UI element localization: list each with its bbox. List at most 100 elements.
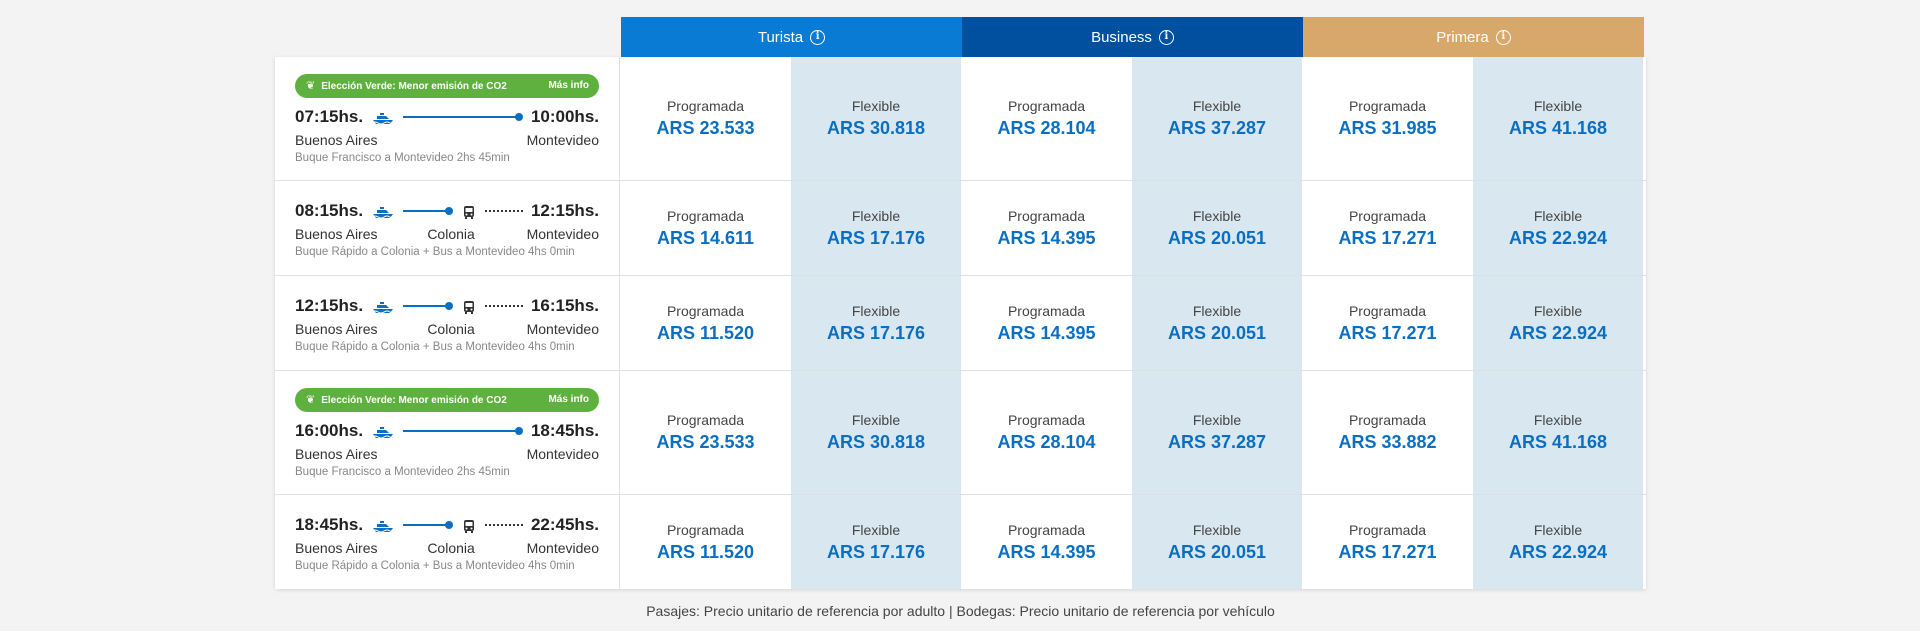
fare-cell-turista-flexible[interactable]: Flexible ARS 17.176 <box>791 276 961 370</box>
fare-cell-primera-flexible[interactable]: Flexible ARS 22.924 <box>1473 276 1643 370</box>
fare-cell-turista-flexible[interactable]: Flexible ARS 17.176 <box>791 181 961 275</box>
fare-cell-primera-programmed[interactable]: Programada ARS 17.271 <box>1302 495 1473 589</box>
fare-price: ARS 20.051 <box>1167 322 1267 343</box>
fare-price: ARS 14.395 <box>997 322 1096 343</box>
info-icon[interactable]: i <box>810 29 826 45</box>
fare-price: ARS 30.818 <box>826 432 926 452</box>
trip-times: 16:00hs. 18:45hs. <box>295 419 599 443</box>
info-icon[interactable]: i <box>1158 29 1174 45</box>
fare-cell-business-flexible[interactable]: Flexible ARS 37.287 <box>1132 57 1302 180</box>
fare-cell-turista-programmed[interactable]: Programada ARS 11.520 <box>620 276 791 370</box>
fare-cell-turista-programmed[interactable]: Programada ARS 14.611 <box>620 181 791 275</box>
badge-text: ❦ Elección Verde: Menor emisión de CO2 <box>306 393 507 406</box>
fare-price: ARS 30.818 <box>826 118 926 138</box>
class-header-business: Business i <box>962 17 1303 57</box>
trip-description: Buque Francisco a Montevideo 2hs 45min <box>295 465 510 478</box>
fare-type-label: Flexible <box>1533 412 1583 428</box>
fare-cell-primera-flexible[interactable]: Flexible ARS 22.924 <box>1473 181 1643 275</box>
fare-cell-business-programmed[interactable]: Programada ARS 14.395 <box>961 495 1132 589</box>
bus-route-line <box>485 209 523 212</box>
info-icon[interactable]: i <box>1495 29 1511 45</box>
route-graphic <box>371 518 523 533</box>
bus-route-line <box>485 523 523 526</box>
trip-info: ❦ Elección Verde: Menor emisión de CO2 Más… <box>275 57 620 180</box>
trip-description: Buque Francisco a Montevideo 2hs 45min <box>295 151 510 164</box>
trip-description: Buque Rápido a Colonia + Bus a Montevide… <box>295 559 575 572</box>
fare-cell-business-programmed[interactable]: Programada ARS 14.395 <box>961 276 1132 370</box>
fare-cell-turista-programmed[interactable]: Programada ARS 11.520 <box>620 495 791 589</box>
bus-route-line <box>485 304 523 307</box>
fare-cell-business-programmed[interactable]: Programada ARS 28.104 <box>961 57 1132 180</box>
trip-row: 18:45hs. 22:45hs. Buenos Aires Colonia Monte… <box>275 495 1646 589</box>
fare-cell-business-flexible[interactable]: Flexible ARS 20.051 <box>1132 181 1302 275</box>
fare-price: ARS 41.168 <box>1508 118 1608 138</box>
fare-cell-business-programmed[interactable]: Programada ARS 28.104 <box>961 371 1132 494</box>
route-line <box>403 115 517 118</box>
fare-cell-primera-programmed[interactable]: Programada ARS 17.271 <box>1302 181 1473 275</box>
fare-cell-turista-flexible[interactable]: Flexible ARS 30.818 <box>791 371 961 494</box>
fare-cell-turista-programmed[interactable]: Programada ARS 23.533 <box>620 371 791 494</box>
fare-cell-primera-programmed[interactable]: Programada ARS 33.882 <box>1302 371 1473 494</box>
fare-cell-business-programmed[interactable]: Programada ARS 14.395 <box>961 181 1132 275</box>
fare-type-label: Flexible <box>1192 207 1242 224</box>
more-info-link[interactable]: Más info <box>548 80 589 91</box>
fare-cell-primera-programmed[interactable]: Programada ARS 17.271 <box>1302 276 1473 370</box>
fare-type-label: Programada <box>1007 302 1086 319</box>
trip-row: ❦ Elección Verde: Menor emisión de CO2 Más… <box>275 57 1646 181</box>
trip-row: 08:15hs. 12:15hs. Buenos Aires Colonia Monte… <box>275 181 1646 276</box>
fare-price: ARS 37.287 <box>1167 118 1267 138</box>
bus-icon <box>463 204 475 219</box>
arrive-time: 18:45hs. <box>530 420 599 440</box>
trip-places: Buenos Aires Montevideo <box>295 132 599 148</box>
arrive-time: 12:15hs. <box>530 200 599 220</box>
depart-time: 08:15hs. <box>295 200 364 220</box>
fare-price: ARS 17.271 <box>1338 541 1437 562</box>
fare-type-label: Flexible <box>851 302 901 319</box>
fare-type-label: Flexible <box>1192 521 1242 538</box>
depart-time: 18:45hs. <box>295 514 364 534</box>
green-choice-badge: ❦ Elección Verde: Menor emisión de CO2 Más… <box>295 73 599 98</box>
arrive-time: 10:00hs. <box>530 106 599 126</box>
fare-type-label: Flexible <box>851 521 901 538</box>
fare-cell-primera-flexible[interactable]: Flexible ARS 41.168 <box>1473 57 1643 180</box>
ship-icon <box>371 424 396 438</box>
trip-info: 08:15hs. 12:15hs. Buenos Aires Colonia Monte… <box>275 181 620 275</box>
fare-price: ARS 28.104 <box>997 118 1096 138</box>
trip-times: 08:15hs. 12:15hs. <box>295 199 599 223</box>
fare-cell-business-flexible[interactable]: Flexible ARS 20.051 <box>1132 495 1302 589</box>
fare-cell-business-flexible[interactable]: Flexible ARS 20.051 <box>1132 276 1302 370</box>
fare-price: ARS 22.924 <box>1508 541 1608 562</box>
fare-cell-turista-flexible[interactable]: Flexible ARS 17.176 <box>791 495 961 589</box>
fare-type-label: Programada <box>1007 207 1086 224</box>
fare-cell-primera-programmed[interactable]: Programada ARS 31.985 <box>1302 57 1473 180</box>
fare-cell-turista-flexible[interactable]: Flexible ARS 30.818 <box>791 57 961 180</box>
trip-places: Buenos Aires Colonia Montevideo <box>295 321 599 337</box>
fare-cell-business-flexible[interactable]: Flexible ARS 37.287 <box>1132 371 1302 494</box>
route-line <box>403 209 448 212</box>
fare-cell-primera-flexible[interactable]: Flexible ARS 22.924 <box>1473 495 1643 589</box>
fare-type-label: Flexible <box>851 207 901 224</box>
trip-info: 18:45hs. 22:45hs. Buenos Aires Colonia Monte… <box>275 495 620 589</box>
fare-cell-turista-programmed[interactable]: Programada ARS 23.533 <box>620 57 791 180</box>
fare-price: ARS 17.271 <box>1338 227 1437 248</box>
trip-info: ❦ Elección Verde: Menor emisión de CO2 Más… <box>275 371 620 494</box>
fare-table: ❦ Elección Verde: Menor emisión de CO2 Más… <box>275 57 1646 589</box>
fare-price: ARS 11.520 <box>656 541 755 562</box>
arrive-time: 16:15hs. <box>530 295 599 315</box>
fare-type-label: Programada <box>1007 412 1086 428</box>
fare-price: ARS 20.051 <box>1167 541 1267 562</box>
leaf-icon: ❦ <box>306 394 316 406</box>
fare-cell-primera-flexible[interactable]: Flexible ARS 41.168 <box>1473 371 1643 494</box>
more-info-link[interactable]: Más info <box>548 394 589 405</box>
fare-price: ARS 17.176 <box>826 322 926 343</box>
ship-icon <box>371 299 396 313</box>
trip-info: 12:15hs. 16:15hs. Buenos Aires Colonia Monte… <box>275 276 620 370</box>
fare-price: ARS 17.176 <box>826 227 926 248</box>
trip-places: Buenos Aires Colonia Montevideo <box>295 540 599 556</box>
route-line <box>403 304 448 307</box>
badge-label: Elección Verde: Menor emisión de CO2 <box>321 81 507 92</box>
fare-type-label: Programada <box>666 98 745 114</box>
fare-type-label: Flexible <box>1533 302 1583 319</box>
leaf-icon: ❦ <box>306 80 316 92</box>
origin-city: Buenos Aires <box>295 225 378 242</box>
